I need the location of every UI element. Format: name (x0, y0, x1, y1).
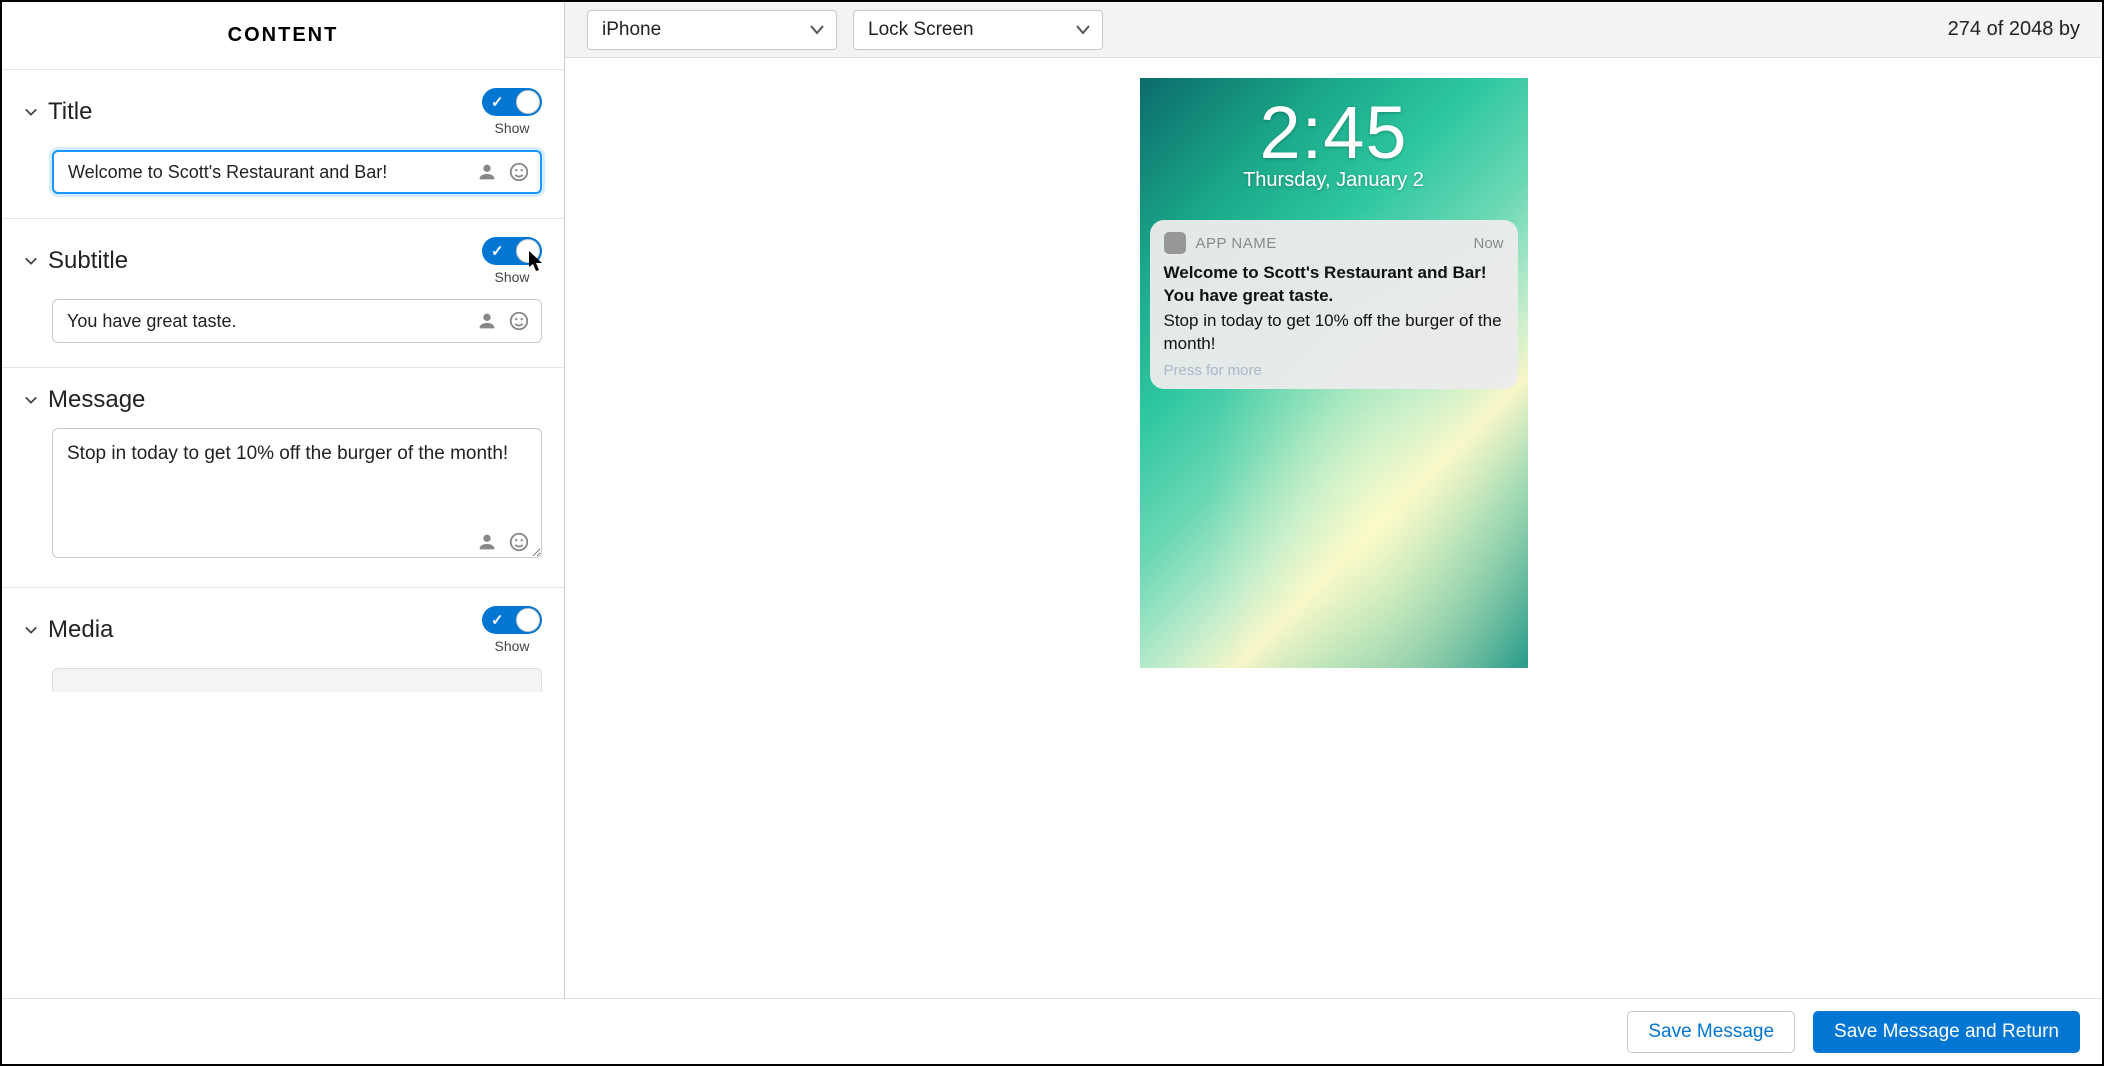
content-panel-header: CONTENT (2, 2, 564, 70)
chevron-down-icon (24, 623, 38, 637)
notification-app-name: APP NAME (1196, 235, 1277, 252)
person-icon[interactable] (476, 310, 498, 332)
preview-stage[interactable]: 2:45 Thursday, January 2 APP NAME Now We… (565, 58, 2102, 998)
notification-when: Now (1473, 235, 1503, 252)
notification-title: Welcome to Scott's Restaurant and Bar! (1164, 262, 1504, 285)
media-show-toggle[interactable]: ✓ (482, 606, 542, 634)
preview-panel: iPhone Lock Screen 274 of 2048 by 2:45 T… (565, 2, 2102, 998)
phone-preview: 2:45 Thursday, January 2 APP NAME Now We… (1140, 78, 1528, 668)
notification-message: Stop in today to get 10% off the burger … (1164, 310, 1504, 356)
check-icon: ✓ (491, 611, 504, 629)
section-media-label: Media (48, 616, 113, 644)
toggle-knob (516, 239, 540, 263)
section-message: Message (2, 368, 564, 588)
screen-select-value: Lock Screen (868, 19, 974, 41)
toggle-knob (516, 90, 540, 114)
chevron-down-icon (24, 254, 38, 268)
check-icon: ✓ (491, 242, 504, 260)
main-area: CONTENT Title ✓ Show (2, 2, 2102, 998)
subtitle-input[interactable] (52, 299, 542, 343)
content-panel: CONTENT Title ✓ Show (2, 2, 565, 998)
section-title-label: Title (48, 98, 92, 126)
toggle-knob (516, 608, 540, 632)
title-input[interactable] (52, 150, 542, 194)
chevron-down-icon (24, 105, 38, 119)
section-subtitle-toggle-collapse[interactable]: Subtitle (24, 247, 128, 275)
save-return-button[interactable]: Save Message and Return (1813, 1011, 2080, 1053)
character-count: 274 of 2048 by (1948, 18, 2080, 41)
device-select-value: iPhone (602, 19, 661, 41)
preview-toolbar: iPhone Lock Screen 274 of 2048 by (565, 2, 2102, 58)
section-subtitle: Subtitle ✓ Show (2, 219, 564, 368)
emoji-icon[interactable] (508, 310, 530, 332)
chevron-down-icon (24, 393, 38, 407)
subtitle-show-label: Show (494, 269, 529, 285)
check-icon: ✓ (491, 93, 504, 111)
section-media: Media ✓ Show (2, 588, 564, 692)
app-icon (1164, 232, 1186, 254)
emoji-icon[interactable] (508, 531, 530, 553)
screen-select[interactable]: Lock Screen (853, 10, 1103, 50)
media-dropzone[interactable] (52, 668, 542, 692)
section-message-toggle-collapse[interactable]: Message (24, 386, 145, 414)
emoji-icon[interactable] (508, 161, 530, 183)
footer-bar: Save Message Save Message and Return (2, 998, 2102, 1064)
section-media-toggle-collapse[interactable]: Media (24, 616, 113, 644)
subtitle-show-toggle[interactable]: ✓ (482, 237, 542, 265)
section-message-label: Message (48, 386, 145, 414)
device-select[interactable]: iPhone (587, 10, 837, 50)
notification-card: APP NAME Now Welcome to Scott's Restaura… (1150, 220, 1518, 389)
lockscreen-time: 2:45 (1140, 78, 1528, 175)
media-show-label: Show (494, 638, 529, 654)
message-textarea[interactable] (52, 428, 542, 558)
person-icon[interactable] (476, 531, 498, 553)
lockscreen-date: Thursday, January 2 (1140, 169, 1528, 192)
notification-subtitle: You have great taste. (1164, 285, 1504, 308)
section-subtitle-label: Subtitle (48, 247, 128, 275)
chevron-down-icon (810, 25, 824, 35)
notification-press-more: Press for more (1164, 362, 1504, 379)
title-show-label: Show (494, 120, 529, 136)
save-message-button[interactable]: Save Message (1627, 1011, 1795, 1053)
section-title: Title ✓ Show (2, 70, 564, 219)
title-show-toggle[interactable]: ✓ (482, 88, 542, 116)
content-panel-body[interactable]: Title ✓ Show (2, 70, 564, 998)
person-icon[interactable] (476, 161, 498, 183)
chevron-down-icon (1076, 25, 1090, 35)
section-title-toggle-collapse[interactable]: Title (24, 98, 92, 126)
